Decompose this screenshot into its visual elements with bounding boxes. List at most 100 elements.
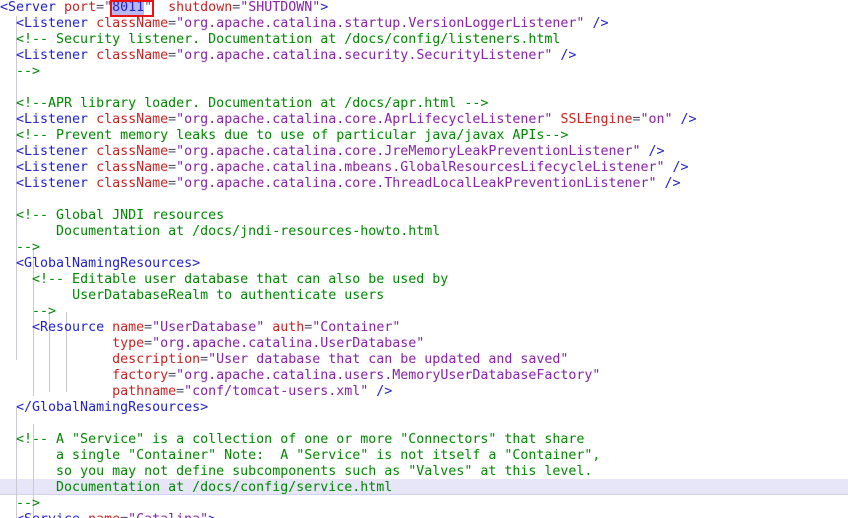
code-token-tag: /> xyxy=(656,176,681,191)
code-token-punc: = xyxy=(144,320,153,335)
code-token-tag: /> xyxy=(368,384,393,399)
code-line[interactable] xyxy=(0,80,848,96)
code-token-com: --> xyxy=(16,64,41,79)
code-token-attr: shutdown xyxy=(168,0,233,15)
code-token-com: Documentation at /docs/config/service.ht… xyxy=(56,480,393,495)
code-token-tag: > xyxy=(208,512,216,518)
code-token-val: "on" xyxy=(640,112,673,127)
code-line[interactable]: description="User database that can be u… xyxy=(0,352,848,368)
code-line[interactable]: type="org.apache.catalina.UserDatabase" xyxy=(0,336,848,352)
code-token-com: a single "Container" Note: A "Service" i… xyxy=(56,448,601,463)
code-line[interactable]: <!--APR library loader. Documentation at… xyxy=(0,96,848,112)
code-line[interactable]: <!-- Prevent memory leaks due to use of … xyxy=(0,128,848,144)
code-token-val: "Container" xyxy=(312,320,401,335)
code-token-val: "User database that can be updated and s… xyxy=(208,352,569,367)
code-token-tag: <GlobalNamingResources> xyxy=(16,256,201,271)
code-line[interactable]: factory="org.apache.catalina.users.Memor… xyxy=(0,368,848,384)
code-token-com: <!-- Global JNDI resources xyxy=(16,208,225,223)
code-line[interactable] xyxy=(0,192,848,208)
code-line[interactable]: <GlobalNamingResources> xyxy=(0,256,848,272)
code-token-punc: = xyxy=(168,176,177,191)
code-token-attr: type xyxy=(112,336,145,351)
code-line[interactable]: Documentation at /docs/jndi-resources-ho… xyxy=(0,224,848,240)
code-line[interactable]: --> xyxy=(0,496,848,512)
code-line[interactable]: <Listener className="org.apache.catalina… xyxy=(0,16,848,32)
code-token-attr: className xyxy=(96,48,169,63)
code-token-tag: <Listener xyxy=(16,160,97,175)
code-token-attr: pathname xyxy=(112,384,177,399)
code-token-tag: /> xyxy=(584,16,609,31)
code-line[interactable]: <Service name="Catalina"> xyxy=(0,512,848,518)
code-line[interactable]: so you may not define subcomponents such… xyxy=(0,464,848,480)
code-token-attr: factory xyxy=(112,368,169,383)
code-token-val: "Catalina" xyxy=(128,512,208,518)
code-token-tag: <Service xyxy=(16,512,88,518)
code-token-val: "org.apache.catalina.startup.VersionLogg… xyxy=(176,16,585,31)
code-token-tag: /> xyxy=(552,48,577,63)
code-line[interactable]: <Listener className="org.apache.catalina… xyxy=(0,112,848,128)
code-line[interactable]: <Server port="8011" shutdown="SHUTDOWN"> xyxy=(0,0,848,16)
code-line[interactable]: UserDatabaseRealm to authenticate users xyxy=(0,288,848,304)
code-token-tag: <Listener xyxy=(16,16,97,31)
code-line[interactable]: --> xyxy=(0,304,848,320)
code-token-punc: = xyxy=(632,112,641,127)
code-line[interactable]: pathname="conf/tomcat-users.xml" /> xyxy=(0,384,848,400)
selected-token: 8011 xyxy=(112,0,145,15)
code-token-val: "org.apache.catalina.core.JreMemoryLeakP… xyxy=(176,144,641,159)
code-token-punc: = xyxy=(144,336,153,351)
code-line[interactable]: <Listener className="org.apache.catalina… xyxy=(0,48,848,64)
code-token-val: "conf/tomcat-users.xml" xyxy=(184,384,369,399)
code-line[interactable]: </GlobalNamingResources> xyxy=(0,400,848,416)
code-line[interactable]: --> xyxy=(0,64,848,80)
code-line[interactable]: <!-- Editable user database that can als… xyxy=(0,272,848,288)
code-line[interactable]: <!-- Global JNDI resources xyxy=(0,208,848,224)
code-token-tag: /> xyxy=(664,160,689,175)
code-token-com: so you may not define subcomponents such… xyxy=(56,464,593,479)
code-token-attr: className xyxy=(96,160,169,175)
code-line[interactable] xyxy=(0,416,848,432)
code-token-attr: description xyxy=(112,352,201,367)
code-line[interactable]: <Listener className="org.apache.catalina… xyxy=(0,176,848,192)
code-token-punc: = xyxy=(168,112,177,127)
code-line[interactable]: <!-- A "Service" is a collection of one … xyxy=(0,432,848,448)
code-token-com: --> xyxy=(16,496,41,511)
code-token-com: <!--APR library loader. Documentation at… xyxy=(16,96,489,111)
code-line[interactable]: --> xyxy=(0,240,848,256)
code-line[interactable]: <Listener className="org.apache.catalina… xyxy=(0,160,848,176)
code-content[interactable]: <Server port="8011" shutdown="SHUTDOWN">… xyxy=(0,0,848,518)
code-token-val: "org.apache.catalina.users.MemoryUserDat… xyxy=(176,368,601,383)
code-token-tag: <Listener xyxy=(16,48,97,63)
code-line[interactable]: <Resource name="UserDatabase" auth="Cont… xyxy=(0,320,848,336)
code-token-tag: <Resource xyxy=(32,320,113,335)
code-line[interactable]: <!-- Security listener. Documentation at… xyxy=(0,32,848,48)
code-line[interactable]: <Listener className="org.apache.catalina… xyxy=(0,144,848,160)
code-token-punc: = xyxy=(176,384,185,399)
code-token-com: --> xyxy=(16,240,41,255)
code-line[interactable]: Documentation at /docs/config/service.ht… xyxy=(0,480,848,496)
code-editor[interactable]: <Server port="8011" shutdown="SHUTDOWN">… xyxy=(0,0,848,518)
code-token-val: "org.apache.catalina.security.SecurityLi… xyxy=(176,48,553,63)
code-token-attr: className xyxy=(96,176,169,191)
code-token-tag: <Listener xyxy=(16,176,97,191)
code-token-punc: = xyxy=(120,512,128,518)
code-token-punc: = xyxy=(168,144,177,159)
code-token-attr: className xyxy=(96,16,169,31)
code-token-attr: auth xyxy=(272,320,305,335)
code-line[interactable]: a single "Container" Note: A "Service" i… xyxy=(0,448,848,464)
